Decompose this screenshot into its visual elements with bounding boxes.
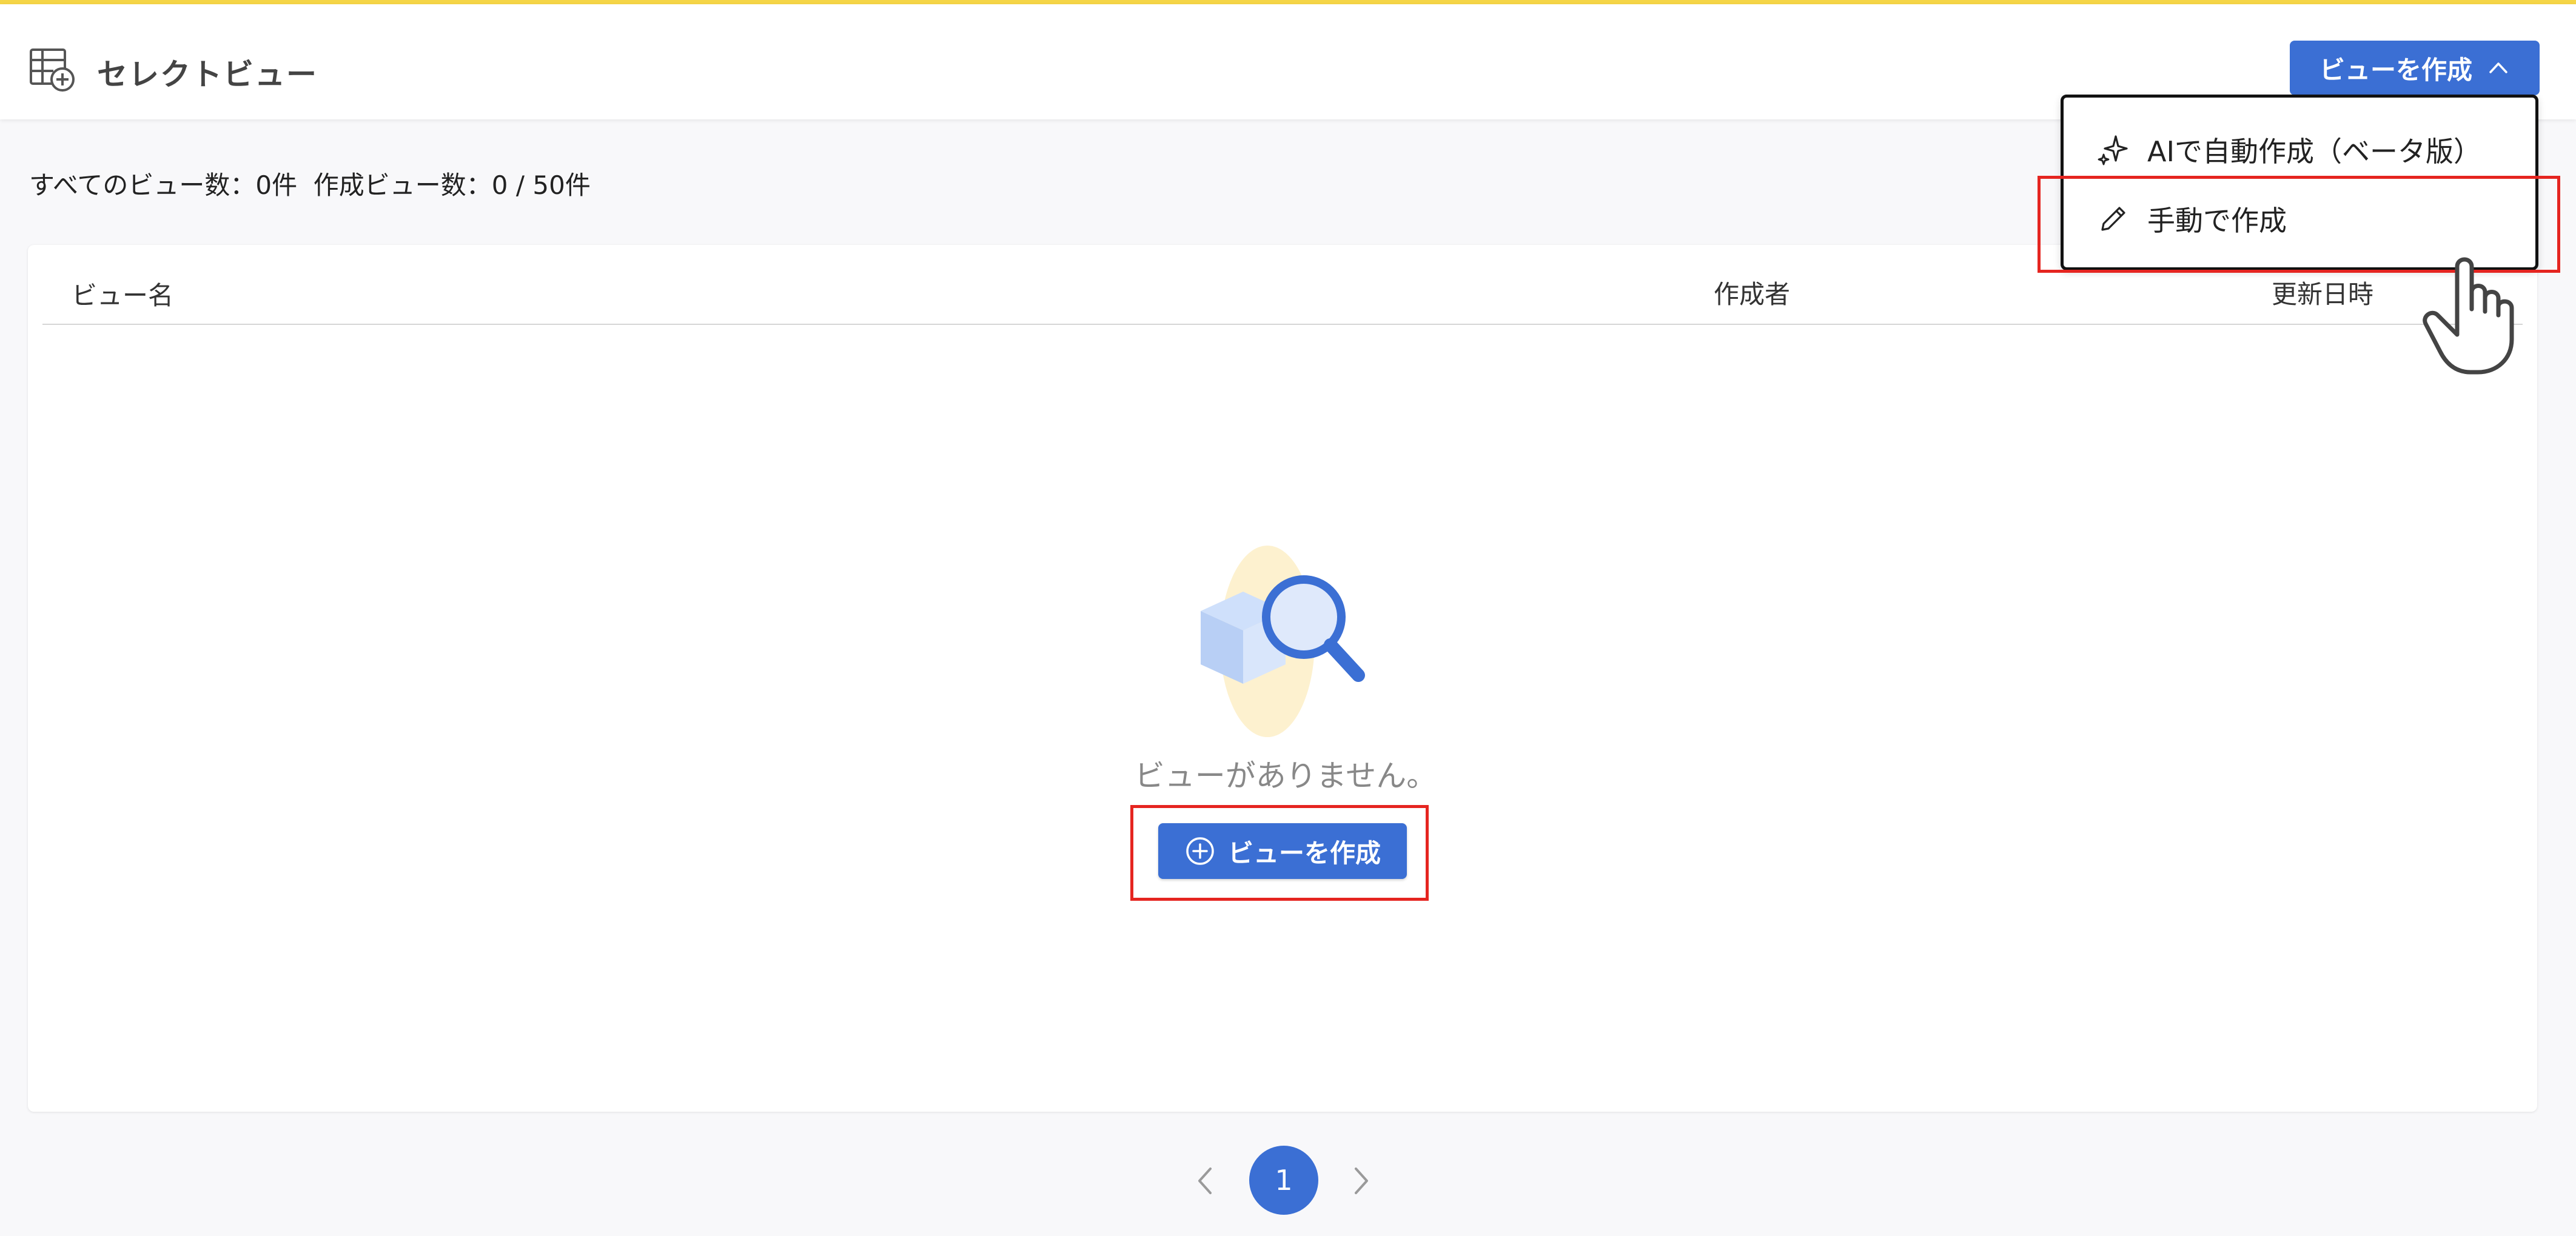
menu-item-manual-create[interactable]: 手動で作成 xyxy=(2064,185,2535,253)
column-header-view-name[interactable]: ビュー名 xyxy=(72,275,173,312)
menu-item-ai-create[interactable]: AIで自動作成（ベータ版） xyxy=(2064,116,2535,184)
table-add-icon xyxy=(30,48,75,92)
create-view-dropdown-button[interactable]: ビューを作成 xyxy=(2290,41,2540,95)
hand-pointer-icon xyxy=(2423,257,2514,375)
column-header-updated-at[interactable]: 更新日時 xyxy=(2272,274,2373,311)
chevron-right-icon[interactable] xyxy=(1344,1164,1378,1198)
chevron-left-icon[interactable] xyxy=(1189,1164,1223,1198)
empty-state-message: ビューがありません。 xyxy=(1134,758,1437,793)
view-count-summary: すべてのビュー数：0件 作成ビュー数：0 / 50件 xyxy=(29,170,591,200)
table-header-divider xyxy=(42,324,2523,325)
sparkle-icon xyxy=(2098,135,2128,165)
menu-item-manual-create-label: 手動で作成 xyxy=(2147,204,2287,237)
chevron-up-icon xyxy=(2489,62,2507,73)
top-accent-bar xyxy=(0,0,2576,4)
page-title: セレクトビュー xyxy=(97,57,318,92)
create-view-menu: AIで自動作成（ベータ版） 手動で作成 xyxy=(2061,95,2538,270)
pagination: 1 xyxy=(1189,1146,1383,1216)
create-view-button-label: ビューを作成 xyxy=(2319,55,2472,85)
column-header-author[interactable]: 作成者 xyxy=(1714,274,1790,311)
app-root: セレクトビュー ビューを作成 すべてのビュー数：0件 作成ビュー数：0 / 50… xyxy=(0,0,2576,1236)
plus-circle-icon xyxy=(1186,837,1214,865)
page-button-current[interactable]: 1 xyxy=(1249,1146,1318,1215)
empty-create-view-button-label: ビューを作成 xyxy=(1227,838,1381,868)
empty-create-view-button[interactable]: ビューを作成 xyxy=(1158,823,1407,879)
empty-box-search-icon xyxy=(1201,546,1365,737)
pencil-icon xyxy=(2101,207,2125,231)
menu-item-ai-create-label: AIで自動作成（ベータ版） xyxy=(2147,135,2482,168)
